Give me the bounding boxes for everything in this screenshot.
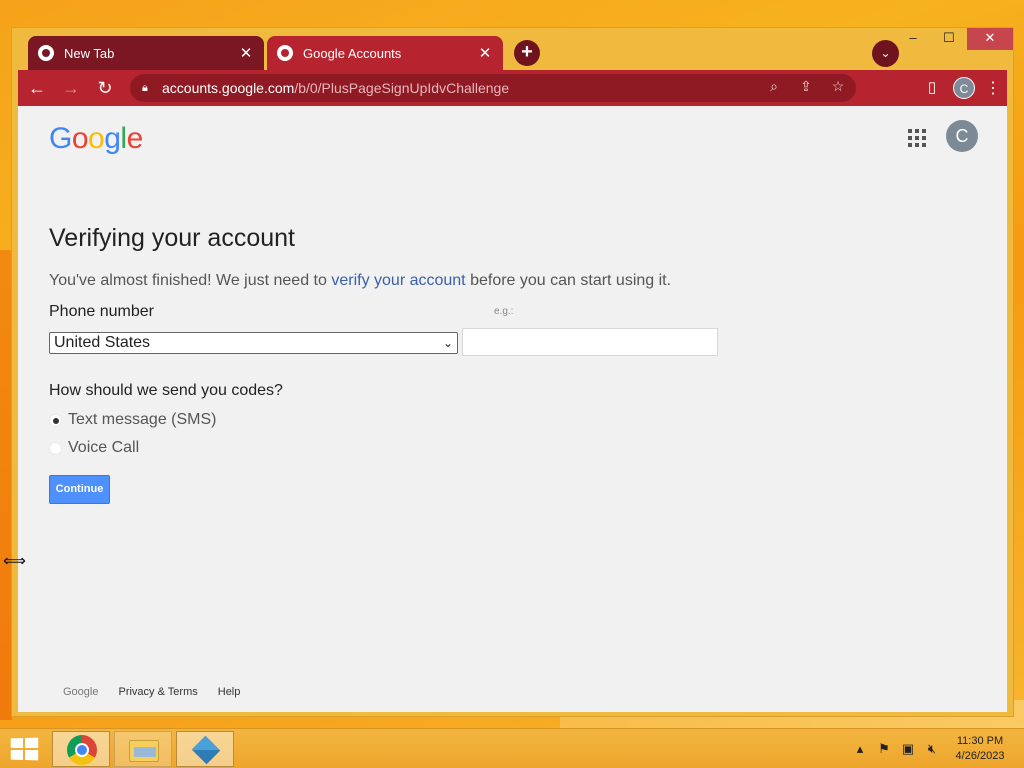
app-cube-icon xyxy=(191,735,221,765)
bookmark-star-icon[interactable]: ☆ xyxy=(828,78,848,95)
send-codes-label: How should we send you codes? xyxy=(49,382,283,399)
close-icon[interactable]: ✕ xyxy=(477,44,493,62)
phone-number-input[interactable] xyxy=(462,328,718,356)
logo-letter: e xyxy=(126,122,144,155)
intro-before: You've almost finished! We just need to xyxy=(49,272,332,289)
sms-label: Text message (SMS) xyxy=(68,411,217,428)
taskbar-file-explorer[interactable] xyxy=(114,731,172,767)
url-domain: accounts.google.com xyxy=(162,80,295,96)
window-controls: – ☐ ✕ xyxy=(895,28,1013,50)
apps-grid-icon[interactable] xyxy=(908,129,926,147)
maximize-button[interactable]: ☐ xyxy=(931,28,967,50)
help-link[interactable]: Help xyxy=(218,686,241,698)
kebab-menu-icon[interactable]: ⋮ xyxy=(985,78,1001,98)
page-footer: Google Privacy & Terms Help xyxy=(63,686,240,698)
intro-text: You've almost finished! We just need to … xyxy=(49,272,671,290)
sms-radio[interactable] xyxy=(49,413,62,427)
address-bar[interactable]: 🔒︎ accounts.google.com/b/0/PlusPageSignU… xyxy=(130,74,856,102)
country-select[interactable]: United States ⌄ xyxy=(49,332,458,354)
privacy-terms-link[interactable]: Privacy & Terms xyxy=(118,686,197,698)
page-title: Verifying your account xyxy=(49,224,295,252)
chevron-down-icon: ⌄ xyxy=(442,336,453,350)
intro-after: before you can start using it. xyxy=(465,272,672,289)
forward-button[interactable]: → xyxy=(56,73,86,103)
browser-toolbar: ← → ↻ 🔒︎ accounts.google.com/b/0/PlusPag… xyxy=(18,70,1007,106)
folder-icon xyxy=(129,740,159,762)
share-icon[interactable]: ⇪ xyxy=(796,78,816,95)
example-hint: e.g.: xyxy=(494,306,514,317)
tab-strip: New Tab ✕ Google Accounts ✕ + ⌄ – ☐ ✕ xyxy=(12,28,1013,70)
voice-option[interactable]: Voice Call xyxy=(49,439,139,457)
browser-window: New Tab ✕ Google Accounts ✕ + ⌄ – ☐ ✕ ← … xyxy=(11,27,1014,717)
clock-date: 4/26/2023 xyxy=(955,750,1005,762)
url-path: /b/0/PlusPageSignUpIdvChallenge xyxy=(294,80,510,96)
taskbar-chrome[interactable] xyxy=(52,731,110,767)
phone-number-label: Phone number xyxy=(49,303,154,320)
resize-cursor-icon: ⟺ xyxy=(3,553,26,570)
action-center-flag-icon[interactable]: ⚑ xyxy=(876,741,892,757)
logo-letter: g xyxy=(104,122,121,155)
logo-letter: G xyxy=(49,122,72,155)
toolbar-right: ▯ C ⋮ xyxy=(921,74,1001,102)
close-icon[interactable]: ✕ xyxy=(238,44,254,62)
reload-button[interactable]: ↻ xyxy=(90,73,120,103)
new-tab-button[interactable]: + xyxy=(514,40,540,66)
windows-start-icon[interactable] xyxy=(10,737,39,761)
clock[interactable]: 11:30 PM 4/26/2023 xyxy=(950,734,1010,764)
omnibox-actions: ⌕ ⇪ ☆ xyxy=(764,78,848,95)
network-icon[interactable]: ▣ xyxy=(900,741,916,757)
side-panel-icon[interactable]: ▯ xyxy=(921,74,943,102)
tab-google-accounts[interactable]: Google Accounts ✕ xyxy=(267,36,503,70)
chrome-icon xyxy=(38,45,54,61)
account-avatar[interactable]: C xyxy=(946,120,978,152)
sms-option[interactable]: Text message (SMS) xyxy=(49,411,216,429)
country-selected-value: United States xyxy=(54,334,151,351)
google-icon xyxy=(277,45,293,61)
tray-expand-icon[interactable]: ▴ xyxy=(852,741,868,757)
google-logo[interactable]: Google xyxy=(49,122,143,156)
lock-icon[interactable]: 🔒︎ xyxy=(142,82,154,95)
taskbar-app[interactable] xyxy=(176,731,234,767)
taskbar: ▴ ⚑ ▣ 🔇︎ 11:30 PM 4/26/2023 xyxy=(0,728,1024,768)
logo-letter: o xyxy=(88,122,105,155)
chrome-icon xyxy=(67,735,97,765)
volume-muted-icon[interactable]: 🔇︎ xyxy=(924,741,940,757)
tab-title: Google Accounts xyxy=(303,45,402,61)
tab-title: New Tab xyxy=(64,45,115,61)
zoom-icon[interactable]: ⌕ xyxy=(764,78,784,95)
voice-radio[interactable] xyxy=(49,441,62,455)
close-window-button[interactable]: ✕ xyxy=(967,28,1013,50)
minimize-button[interactable]: – xyxy=(895,28,931,50)
tab-new-tab[interactable]: New Tab ✕ xyxy=(28,36,264,70)
continue-button[interactable]: Continue xyxy=(49,475,110,504)
verify-account-link[interactable]: verify your account xyxy=(331,272,465,289)
footer-brand: Google xyxy=(63,686,99,698)
back-button[interactable]: ← xyxy=(22,73,52,103)
clock-time: 11:30 PM xyxy=(956,735,1004,747)
voice-label: Voice Call xyxy=(68,439,140,456)
system-tray: ▴ ⚑ ▣ 🔇︎ xyxy=(852,741,940,757)
logo-letter: o xyxy=(71,122,89,155)
profile-avatar[interactable]: C xyxy=(953,77,975,99)
page-content: Google C Verifying your account You've a… xyxy=(18,106,1007,712)
